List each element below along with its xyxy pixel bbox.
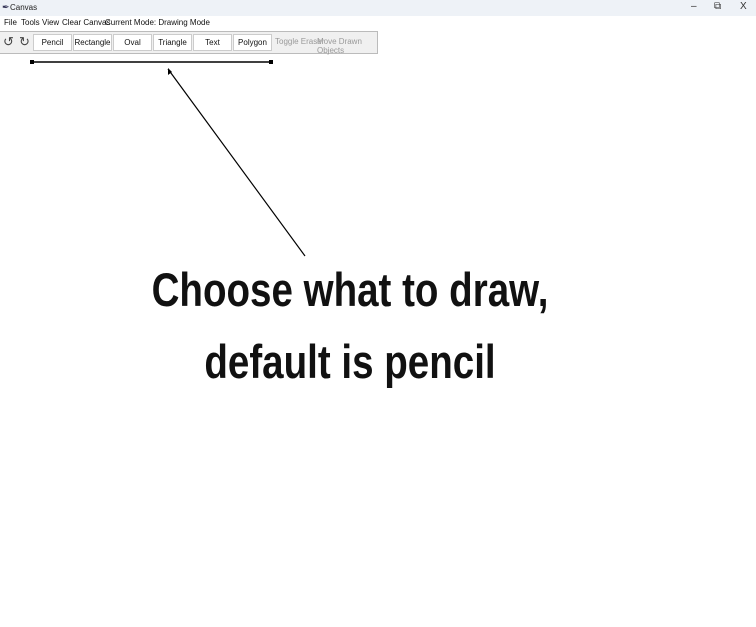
redo-icon[interactable]: ↻ xyxy=(19,34,30,50)
triangle-button[interactable]: Triangle xyxy=(153,34,192,51)
close-button[interactable]: X xyxy=(740,1,747,12)
annotation-line-2: default is pencil xyxy=(204,335,496,388)
menu-bar: File Tools View Clear Canvas Current Mod… xyxy=(0,16,756,29)
annotation-line-1: Choose what to draw, xyxy=(151,263,549,316)
annotation-arrow xyxy=(167,68,306,257)
text-button[interactable]: Text xyxy=(193,34,232,51)
undo-icon[interactable]: ↺ xyxy=(3,34,14,50)
restore-button[interactable]: ⧉ xyxy=(714,1,721,12)
rectangle-button[interactable]: Rectangle xyxy=(73,34,112,51)
menu-clear-canvas[interactable]: Clear Canvas xyxy=(62,18,110,27)
app-feather-icon: ✒ xyxy=(2,2,10,12)
minimize-button[interactable]: – xyxy=(691,1,697,12)
pencil-button[interactable]: Pencil xyxy=(33,34,72,51)
oval-button[interactable]: Oval xyxy=(113,34,152,51)
title-bar: ✒ Canvas – ⧉ X xyxy=(0,0,756,16)
toolbar: ↺ ↻ Pencil Rectangle Oval Triangle Text … xyxy=(0,31,378,55)
menu-file[interactable]: File xyxy=(4,18,17,27)
menu-tools[interactable]: Tools xyxy=(21,18,40,27)
window-title: Canvas xyxy=(10,3,38,12)
polygon-button[interactable]: Polygon xyxy=(233,34,272,51)
current-mode-label: Current Mode: Drawing Mode xyxy=(105,18,210,27)
annotation-bracket xyxy=(30,60,273,64)
menu-view[interactable]: View xyxy=(42,18,59,27)
